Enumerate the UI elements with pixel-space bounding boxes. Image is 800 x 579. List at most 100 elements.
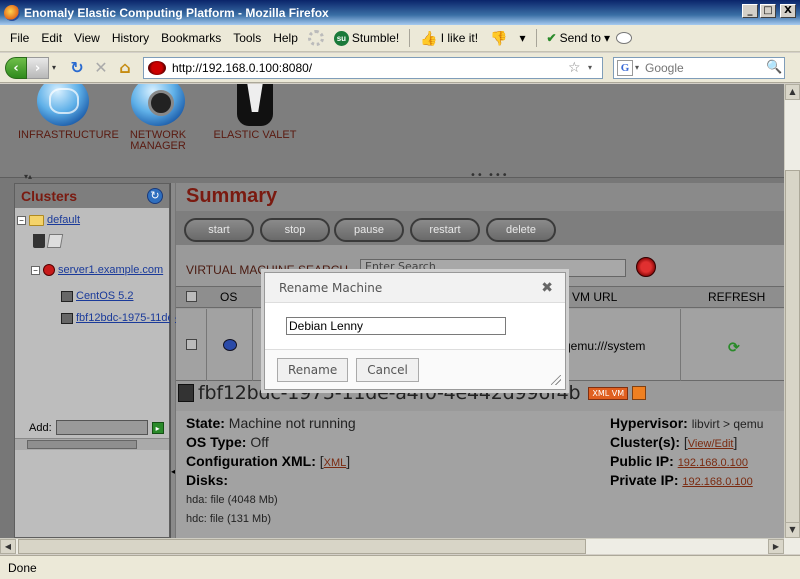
- window-title: Enomaly Elastic Computing Platform - Moz…: [24, 5, 329, 20]
- stumble-dropdown[interactable]: ▾: [513, 31, 531, 45]
- app-header: INFRASTRUCTURE NETWORK MANAGER ELASTIC V…: [0, 84, 784, 181]
- cluster-default-link[interactable]: default: [47, 214, 80, 226]
- search-engine-dropdown-icon[interactable]: ▾: [635, 63, 645, 72]
- delete-button[interactable]: delete: [486, 218, 556, 242]
- disks-row: Disks:: [186, 472, 228, 488]
- search-icon[interactable]: 🔍: [766, 60, 784, 75]
- config-xml-link[interactable]: XML: [324, 457, 347, 469]
- page-vertical-scrollbar[interactable]: ▲ ▼: [784, 84, 800, 538]
- trash-icon[interactable]: [33, 234, 45, 248]
- vertical-scroll-thumb[interactable]: [785, 170, 800, 530]
- stumble-button[interactable]: su Stumble!: [328, 30, 405, 46]
- page-horizontal-scrollbar[interactable]: ◀ ▶: [0, 538, 784, 554]
- os-type-row: OS Type: Off: [186, 434, 269, 450]
- dialog-close-icon[interactable]: ✖: [541, 280, 553, 296]
- hypervisor-value: libvirt > qemu: [691, 417, 764, 431]
- menu-history[interactable]: History: [106, 31, 155, 45]
- reload-button[interactable]: ↻: [65, 56, 89, 80]
- dislike-button[interactable]: 👎: [484, 30, 513, 47]
- back-button[interactable]: ‹: [5, 56, 27, 79]
- start-button[interactable]: start: [184, 218, 254, 242]
- row-checkbox[interactable]: [186, 339, 197, 350]
- close-window-button[interactable]: X: [780, 4, 796, 18]
- pause-button[interactable]: pause: [334, 218, 404, 242]
- clusters-view-edit-link[interactable]: View/Edit: [688, 438, 734, 450]
- menu-bookmarks[interactable]: Bookmarks: [155, 31, 227, 45]
- rss-icon[interactable]: [632, 386, 647, 400]
- google-engine-icon[interactable]: G: [617, 59, 633, 76]
- menu-edit[interactable]: Edit: [35, 31, 68, 45]
- horizontal-scroll-thumb[interactable]: [18, 539, 586, 554]
- forward-button[interactable]: ›: [27, 56, 49, 79]
- col-os[interactable]: OS: [220, 290, 237, 304]
- maximize-button[interactable]: □: [760, 4, 776, 18]
- private-ip-link[interactable]: 192.168.0.100: [682, 476, 752, 488]
- comment-bubble-icon[interactable]: [615, 32, 632, 44]
- header-splitter-grip[interactable]: •• •••: [470, 170, 509, 181]
- menu-tools[interactable]: Tools: [227, 31, 267, 45]
- dialog-resize-grip[interactable]: [551, 375, 561, 385]
- bookmark-star-icon[interactable]: ☆: [568, 60, 588, 76]
- minimize-button[interactable]: _: [742, 4, 758, 18]
- tree-collapse-icon[interactable]: −: [31, 265, 40, 275]
- xml-vm-badge[interactable]: XML VM: [588, 386, 629, 400]
- clear-search-icon[interactable]: [636, 257, 656, 277]
- scroll-left-icon[interactable]: ◀: [0, 539, 16, 554]
- dialog-footer: Rename Cancel: [265, 349, 565, 389]
- url-dropdown-icon[interactable]: ▾: [588, 63, 602, 72]
- cell-divider: [252, 309, 253, 381]
- stop-vm-button[interactable]: stop: [260, 218, 330, 242]
- menu-file[interactable]: File: [4, 31, 35, 45]
- tree-node-default: − default: [17, 214, 80, 226]
- restart-button[interactable]: restart: [410, 218, 480, 242]
- search-bar: G ▾ 🔍: [613, 56, 785, 79]
- search-input[interactable]: [645, 60, 766, 75]
- rename-button[interactable]: Rename: [277, 357, 349, 382]
- elastic-valet-launcher[interactable]: ELASTIC VALET: [210, 84, 300, 141]
- add-go-icon[interactable]: ▸: [151, 421, 164, 434]
- public-ip-link[interactable]: 192.168.0.100: [678, 457, 748, 469]
- dialog-header: Rename Machine ✖: [265, 273, 565, 303]
- side-splitter-grip[interactable]: ◂: [171, 467, 175, 476]
- scroll-up-icon[interactable]: ▲: [785, 84, 800, 100]
- select-all-checkbox[interactable]: [186, 291, 197, 302]
- tree-collapse-icon[interactable]: −: [17, 215, 26, 225]
- send-to-button[interactable]: ✔ Send to ▾: [541, 31, 616, 45]
- infrastructure-launcher[interactable]: INFRASTRUCTURE: [18, 84, 119, 141]
- col-refresh[interactable]: REFRESH: [708, 290, 765, 304]
- menu-help[interactable]: Help: [267, 31, 304, 45]
- home-button[interactable]: ⌂: [113, 56, 137, 80]
- cancel-button[interactable]: Cancel: [356, 357, 419, 382]
- clusters-hscroll[interactable]: [15, 438, 169, 450]
- refresh-clusters-icon[interactable]: ↻: [147, 188, 163, 204]
- col-vm-url[interactable]: VM URL: [572, 290, 617, 304]
- clusters-row: Cluster(s): [View/Edit]: [610, 434, 738, 450]
- edit-pencil-icon[interactable]: [46, 234, 64, 248]
- add-cluster-input[interactable]: [55, 420, 148, 435]
- url-text[interactable]: http://192.168.0.100:8080/: [172, 61, 568, 75]
- vm-link-centos[interactable]: CentOS 5.2: [76, 290, 133, 302]
- clusters-hscroll-thumb[interactable]: [27, 440, 137, 449]
- side-splitter[interactable]: ◂: [170, 183, 175, 538]
- collapse-header-icon[interactable]: ▾▴: [24, 172, 32, 181]
- server-icon: [178, 384, 194, 402]
- scroll-down-icon[interactable]: ▼: [785, 522, 800, 538]
- url-bar[interactable]: http://192.168.0.100:8080/ ☆ ▾: [143, 56, 603, 79]
- clusters-panel-header: Clusters ↻: [15, 184, 169, 208]
- vm-details: State: Machine not running OS Type: Off …: [176, 411, 784, 538]
- like-button[interactable]: 👍 I like it!: [414, 30, 484, 47]
- status-text: Done: [8, 560, 37, 575]
- send-to-label: Send to: [559, 31, 601, 45]
- row-refresh-icon[interactable]: ⟳: [728, 339, 740, 356]
- clusters-label: Cluster(s):: [610, 434, 681, 450]
- cell-divider: [680, 309, 681, 381]
- machine-name-input[interactable]: [286, 317, 506, 335]
- window-title-bar: Enomaly Elastic Computing Platform - Moz…: [0, 0, 800, 25]
- scroll-right-icon[interactable]: ▶: [768, 539, 784, 554]
- menu-view[interactable]: View: [68, 31, 106, 45]
- history-dropdown-icon[interactable]: ▾: [49, 63, 59, 72]
- server-link[interactable]: server1.example.com: [58, 264, 163, 276]
- send-to-dropdown-icon: ▾: [603, 31, 610, 45]
- stop-button[interactable]: ✕: [89, 56, 113, 80]
- network-manager-launcher[interactable]: NETWORK MANAGER: [118, 84, 198, 152]
